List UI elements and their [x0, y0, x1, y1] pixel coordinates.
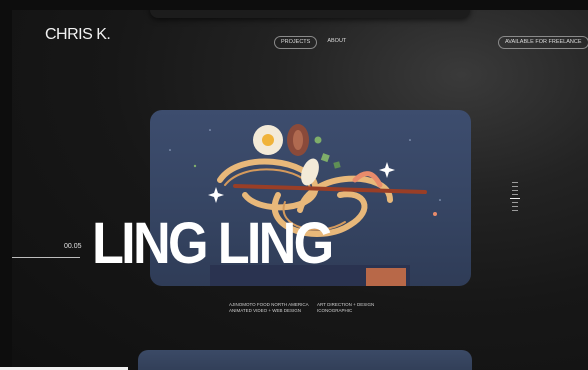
scroll-indicator[interactable]	[510, 182, 520, 212]
site-logo[interactable]: CHRIS K.	[45, 26, 111, 44]
project-deliverables: ANIMATED VIDEO + WEB DESIGN	[229, 308, 302, 313]
project-title[interactable]: LING LING	[92, 215, 334, 273]
project-role-block: ART DIRECTION + DESIGN ICONOGRAPHIC	[317, 302, 374, 314]
project-client-block: AJINOMOTO FOOD NORTH AMERICA ANIMATED VI…	[229, 302, 309, 314]
project-partner: ICONOGRAPHIC	[317, 308, 353, 313]
next-project-card-peek[interactable]	[138, 350, 472, 370]
page-frame: CHRIS K. PROJECTS ABOUT AVAILABLE FOR FR…	[12, 10, 588, 370]
nav-about-link[interactable]: ABOUT	[323, 36, 350, 49]
project-counter: 00.05	[64, 243, 82, 250]
previous-project-card-peek[interactable]	[150, 10, 470, 18]
main-nav: PROJECTS ABOUT	[274, 36, 350, 49]
illustration-accent-block	[366, 268, 406, 286]
availability-badge[interactable]: AVAILABLE FOR FREELANCE	[498, 36, 588, 49]
counter-line	[12, 257, 80, 258]
nav-projects-link[interactable]: PROJECTS	[274, 36, 318, 49]
